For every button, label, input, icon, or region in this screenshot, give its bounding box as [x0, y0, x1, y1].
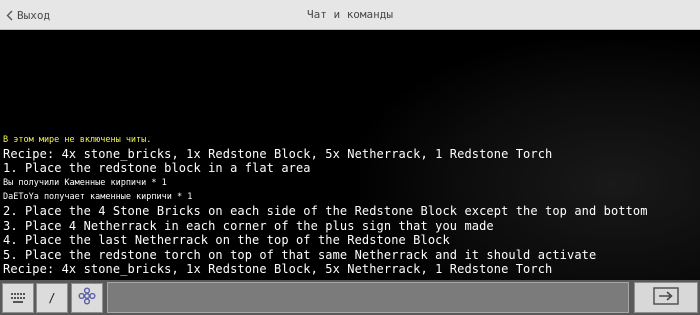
keyboard-grid-icon — [11, 289, 25, 308]
chat-message: 4. Place the last Netherrack on the top … — [3, 233, 450, 248]
chat-message: 2. Place the 4 Stone Bricks on each side… — [3, 204, 648, 219]
header-bar: Выход Чат и команды — [0, 0, 700, 30]
keyboard-toggle-button[interactable] — [2, 283, 34, 313]
page-title: Чат и команды — [306, 8, 394, 21]
chat-input[interactable] — [107, 282, 629, 313]
chat-message: 1. Place the redstone block in a flat ar… — [3, 161, 311, 176]
slash-command-button[interactable]: / — [36, 283, 68, 313]
chat-message: Recipe: 4x stone_bricks, 1x Redstone Blo… — [3, 146, 553, 161]
chat-message: 3. Place 4 Netherrack in each corner of … — [3, 218, 494, 233]
send-button[interactable] — [634, 282, 698, 313]
chat-lines: В этом мире не включены читы. Recipe: 4x … — [3, 133, 700, 277]
chat-message: В этом мире не включены читы. — [3, 134, 152, 145]
slash-label: / — [48, 291, 56, 305]
chat-message: Вы получили Каменные кирпичи * 1 — [3, 178, 167, 189]
flower-settings-icon — [78, 287, 96, 309]
chat-settings-button[interactable] — [71, 283, 103, 313]
send-arrow-icon — [653, 286, 679, 309]
chat-message: Recipe: 4x stone_bricks, 1x Redstone Blo… — [3, 262, 553, 277]
chat-log[interactable]: В этом мире не включены читы. Recipe: 4x … — [0, 30, 700, 280]
chat-toolbar: / — [0, 280, 700, 315]
chat-message: 5. Place the redstone torch on top of th… — [3, 247, 597, 262]
chat-message: DaEToYa получает каменные кирпичи * 1 — [3, 192, 193, 203]
